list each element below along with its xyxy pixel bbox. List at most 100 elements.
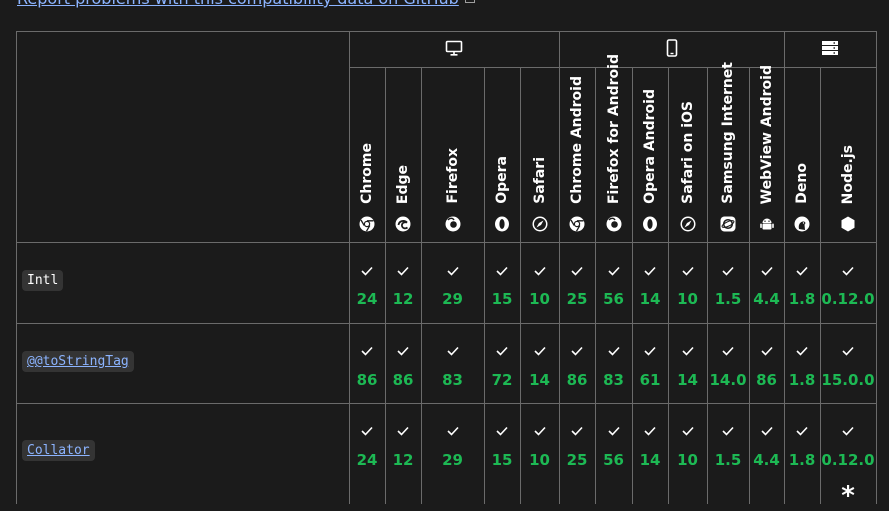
supported-check-icon bbox=[607, 426, 620, 436]
supported-check-icon bbox=[446, 266, 459, 276]
edge-icon bbox=[395, 216, 411, 232]
version-number[interactable]: 4.4 bbox=[753, 290, 780, 308]
version-number[interactable]: 10 bbox=[529, 451, 550, 469]
supported-check-icon bbox=[496, 346, 508, 356]
supported-check-icon bbox=[842, 346, 854, 356]
version-number[interactable]: 72 bbox=[492, 371, 513, 389]
version-number[interactable]: 14 bbox=[640, 290, 661, 308]
version-number[interactable]: 29 bbox=[442, 451, 463, 469]
version-number[interactable]: 0.12.0 bbox=[821, 290, 874, 308]
supported-check-icon bbox=[607, 346, 620, 356]
version-number[interactable]: 14 bbox=[529, 371, 550, 389]
external-link-icon bbox=[464, 0, 475, 3]
version-number[interactable]: 86 bbox=[393, 371, 414, 389]
row-line bbox=[16, 403, 876, 404]
version-number[interactable]: 25 bbox=[567, 290, 588, 308]
version-number[interactable]: 12 bbox=[393, 290, 414, 308]
version-number[interactable]: 1.8 bbox=[789, 371, 816, 389]
version-number[interactable]: 25 bbox=[567, 451, 588, 469]
feature-collator[interactable]: Collator bbox=[22, 440, 95, 461]
supported-check-icon bbox=[571, 266, 583, 276]
version-number[interactable]: 14.0 bbox=[709, 371, 746, 389]
version-number[interactable]: 29 bbox=[442, 290, 463, 308]
version-number[interactable]: 24 bbox=[357, 290, 378, 308]
browser-header-edge: Edge bbox=[385, 68, 421, 242]
version-number[interactable]: 10 bbox=[529, 290, 550, 308]
version-number[interactable]: 83 bbox=[603, 371, 624, 389]
supported-check-icon bbox=[533, 426, 546, 436]
browser-name: Samsung Internet bbox=[720, 62, 736, 204]
browser-header-chrome-android: Chrome Android bbox=[559, 68, 595, 242]
supported-check-icon bbox=[397, 346, 409, 356]
version-number[interactable]: 56 bbox=[603, 451, 624, 469]
version-number[interactable]: 24 bbox=[357, 451, 378, 469]
supported-check-icon bbox=[361, 266, 373, 276]
version-number[interactable]: 10 bbox=[677, 451, 698, 469]
chrome-icon bbox=[569, 216, 585, 232]
version-number[interactable]: 15 bbox=[492, 290, 513, 308]
nodejs-icon bbox=[840, 216, 856, 232]
version-number[interactable]: 10 bbox=[677, 290, 698, 308]
version-number[interactable]: 15.0.0 bbox=[821, 371, 874, 389]
server-icon bbox=[821, 39, 839, 61]
browser-header-safari-on-ios: Safari on iOS bbox=[668, 68, 707, 242]
row-line bbox=[16, 323, 876, 324]
safari-icon bbox=[680, 216, 696, 232]
version-number[interactable]: 56 bbox=[603, 290, 624, 308]
version-number[interactable]: 1.5 bbox=[715, 451, 742, 469]
note-asterisk[interactable]: * bbox=[841, 481, 855, 511]
version-number[interactable]: 4.4 bbox=[753, 451, 780, 469]
supported-check-icon bbox=[760, 426, 773, 436]
supported-check-icon bbox=[644, 266, 656, 276]
browser-header-firefox-for-android: Firefox for Android bbox=[595, 54, 632, 242]
browser-name: Deno bbox=[794, 163, 810, 204]
feature--tostringtag[interactable]: @@toStringTag bbox=[22, 351, 134, 372]
browser-header-node-js: Node.js bbox=[820, 68, 876, 242]
desktop-icon bbox=[445, 39, 463, 61]
browser-header-opera-android: Opera Android bbox=[632, 68, 668, 242]
browser-name: WebView Android bbox=[758, 64, 775, 204]
version-number[interactable]: 14 bbox=[640, 451, 661, 469]
supported-check-icon bbox=[722, 346, 734, 356]
supported-check-icon bbox=[796, 266, 808, 276]
supported-check-icon bbox=[760, 266, 773, 276]
firefox-icon bbox=[445, 216, 461, 232]
version-number[interactable]: 61 bbox=[640, 371, 661, 389]
supported-check-icon bbox=[446, 426, 459, 436]
chrome-icon bbox=[359, 216, 375, 232]
version-number[interactable]: 86 bbox=[567, 371, 588, 389]
supported-check-icon bbox=[796, 346, 808, 356]
version-number[interactable]: 1.8 bbox=[789, 290, 816, 308]
browser-header-firefox: Firefox bbox=[421, 68, 484, 242]
supported-check-icon bbox=[796, 426, 808, 436]
supported-check-icon bbox=[533, 266, 546, 276]
browser-name: Node.js bbox=[840, 144, 856, 204]
supported-check-icon bbox=[607, 266, 620, 276]
browser-name: Chrome bbox=[359, 143, 375, 204]
report-problems-link[interactable]: Report problems with this compatibility … bbox=[17, 0, 475, 8]
table-border-left bbox=[16, 31, 17, 504]
android-icon bbox=[759, 216, 775, 232]
version-number[interactable]: 14 bbox=[677, 371, 698, 389]
version-number[interactable]: 1.5 bbox=[715, 290, 742, 308]
version-number[interactable]: 0.12.0 bbox=[821, 451, 874, 469]
browser-name: Firefox bbox=[444, 148, 461, 204]
browser-name: Firefox for Android bbox=[605, 53, 622, 204]
version-number[interactable]: 15 bbox=[492, 451, 513, 469]
version-number[interactable]: 12 bbox=[393, 451, 414, 469]
supported-check-icon bbox=[496, 266, 508, 276]
deno-icon bbox=[794, 216, 810, 232]
version-number[interactable]: 86 bbox=[357, 371, 378, 389]
feature-intl: Intl bbox=[22, 270, 64, 291]
version-number[interactable]: 1.8 bbox=[789, 451, 816, 469]
supported-check-icon bbox=[571, 346, 583, 356]
browser-header-safari: Safari bbox=[520, 68, 559, 242]
supported-check-icon bbox=[361, 346, 373, 356]
browser-name: Safari on iOS bbox=[679, 101, 696, 204]
supported-check-icon bbox=[571, 426, 583, 436]
browser-name: Opera Android bbox=[642, 89, 658, 204]
supported-check-icon bbox=[842, 426, 854, 436]
supported-check-icon bbox=[446, 346, 459, 356]
version-number[interactable]: 83 bbox=[442, 371, 463, 389]
version-number[interactable]: 86 bbox=[756, 371, 777, 389]
